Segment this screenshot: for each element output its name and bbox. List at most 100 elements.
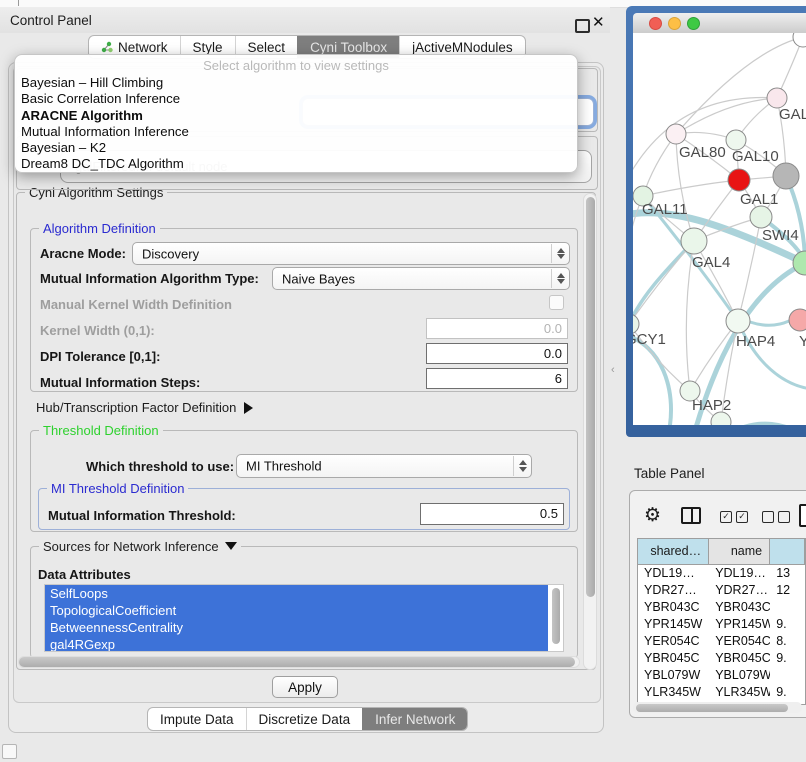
attributes-list-scrollbar-thumb[interactable] <box>552 588 560 644</box>
checkbox-checked-icon[interactable]: ✓ <box>720 511 732 523</box>
network-node-y[interactable] <box>789 309 806 331</box>
network-node-label: GAL4 <box>692 254 730 271</box>
network-edge[interactable] <box>633 98 777 183</box>
close-traffic-light[interactable] <box>649 17 662 30</box>
network-edge[interactable] <box>694 241 738 321</box>
network-node-gal80[interactable] <box>666 124 686 144</box>
network-edge-thick[interactable] <box>750 321 789 325</box>
table-horizontal-scrollbar-thumb[interactable] <box>636 704 788 712</box>
hub-definition-toggle[interactable]: Hub/Transcription Factor Definition <box>36 400 253 415</box>
network-canvas[interactable]: GALGAL80GAL10GAL1GAL11SWI4GAL4GCY1HAP4YH… <box>633 33 806 425</box>
table-column-header[interactable] <box>770 539 805 564</box>
combo-spinner-icon <box>551 244 569 263</box>
network-node[interactable] <box>773 163 799 189</box>
algorithm-option[interactable]: Bayesian – K2 <box>15 140 577 156</box>
data-attributes-list[interactable]: SelfLoopsTopologicalCoefficientBetweenne… <box>44 584 564 652</box>
dpi-tolerance-label: DPI Tolerance [0,1]: <box>40 349 160 364</box>
settings-horizontal-scrollbar[interactable] <box>18 656 580 668</box>
data-attribute-item[interactable]: SelfLoops <box>45 585 548 602</box>
sources-group-title[interactable]: Sources for Network Inference <box>39 539 241 554</box>
bottom-tab-infer-network[interactable]: Infer Network <box>362 708 467 730</box>
network-node-label: GAL80 <box>679 144 726 161</box>
settings-vertical-scrollbar-thumb[interactable] <box>586 197 595 597</box>
network-window-titlebar[interactable] <box>633 13 806 34</box>
table-row[interactable]: YBL079WYBL079W <box>638 667 805 684</box>
mi-steps-label: Mutual Information Steps: <box>40 375 200 390</box>
manual-kernel-label: Manual Kernel Width Definition <box>40 297 232 312</box>
node-table[interactable]: shared…name YDL19…YDL19…13YDR27…YDR27…12… <box>637 538 806 705</box>
checkbox-unchecked-icon[interactable] <box>778 511 790 523</box>
settings-horizontal-scrollbar-thumb[interactable] <box>19 657 575 667</box>
algorithm-option[interactable]: Bayesian – Hill Climbing <box>15 75 577 91</box>
table-cell: YLR345W <box>709 684 770 701</box>
table-cell: YDL19… <box>638 565 709 582</box>
splitter-collapse-icon[interactable]: ‹ <box>611 364 615 376</box>
bottom-tab-discretize-data[interactable]: Discretize Data <box>246 708 363 730</box>
split-column-icon[interactable] <box>681 507 701 524</box>
minimize-traffic-light[interactable] <box>668 17 681 30</box>
mi-steps-field[interactable]: 6 <box>426 368 568 389</box>
checkbox-unchecked-icon[interactable] <box>762 511 774 523</box>
network-view-window: GALGAL80GAL10GAL1GAL11SWI4GAL4GCY1HAP4YH… <box>626 6 806 437</box>
table-cell <box>770 599 805 616</box>
settings-vertical-scrollbar[interactable] <box>583 193 597 670</box>
data-attribute-item[interactable]: gal4RGexp <box>45 636 548 652</box>
network-edge-thick[interactable] <box>633 241 694 324</box>
manual-kernel-checkbox[interactable] <box>549 295 564 310</box>
bottom-tab-impute-data[interactable]: Impute Data <box>148 708 246 730</box>
table-header-row: shared…name <box>638 539 805 565</box>
table-cell: 9. <box>770 684 805 701</box>
panel-corner-icon[interactable] <box>2 744 17 759</box>
network-node-gal4[interactable] <box>681 228 707 254</box>
zoom-traffic-light[interactable] <box>687 17 700 30</box>
mi-type-combo[interactable]: Naive Bayes <box>272 267 570 290</box>
mi-threshold-label: Mutual Information Threshold: <box>48 508 236 523</box>
aracne-mode-combo[interactable]: Discovery <box>132 242 570 265</box>
network-node[interactable] <box>793 33 806 47</box>
network-edge[interactable] <box>676 98 777 134</box>
algorithm-option[interactable]: ARACNE Algorithm <box>15 108 577 124</box>
mi-threshold-field[interactable]: 0.5 <box>420 503 564 525</box>
dpi-tolerance-field[interactable]: 0.0 <box>426 343 568 364</box>
table-row[interactable]: YBR045CYBR045C9. <box>638 650 805 667</box>
which-threshold-combo[interactable]: MI Threshold <box>236 454 532 478</box>
checkbox-checked-icon[interactable]: ✓ <box>736 511 748 523</box>
table-column-header[interactable]: shared… <box>638 539 709 564</box>
algorithm-option[interactable]: Dream8 DC_TDC Algorithm <box>15 156 577 172</box>
network-edge[interactable] <box>633 241 694 324</box>
network-edge[interactable] <box>643 180 739 196</box>
table-row[interactable]: YDR27…YDR27…12 <box>638 582 805 599</box>
kernel-width-field[interactable]: 0.0 <box>426 318 568 339</box>
network-node-gal[interactable] <box>767 88 787 108</box>
table-row[interactable]: YER054CYER054C8. <box>638 633 805 650</box>
table-column-header[interactable]: name <box>709 539 770 564</box>
page-icon[interactable] <box>799 504 806 527</box>
apply-button[interactable]: Apply <box>272 676 338 698</box>
table-row[interactable]: YLR345WYLR345W9. <box>638 684 805 701</box>
network-edge[interactable] <box>643 134 676 196</box>
algorithm-option[interactable]: Mutual Information Inference <box>15 124 577 140</box>
network-node-gal10[interactable] <box>726 130 746 150</box>
network-node-swi4[interactable] <box>750 206 772 228</box>
network-tab-icon <box>101 41 113 53</box>
table-row[interactable]: YDL19…YDL19…13 <box>638 565 805 582</box>
network-node-hap4[interactable] <box>726 309 750 333</box>
table-cell: YPR145W <box>638 616 709 633</box>
table-cell: YDR27… <box>709 582 770 599</box>
algorithm-option[interactable]: Basic Correlation Inference <box>15 91 577 107</box>
network-edge-thick[interactable] <box>738 321 806 389</box>
data-attribute-item[interactable]: TopologicalCoefficient <box>45 602 548 619</box>
combo-spinner-icon <box>551 269 569 288</box>
table-cell: 12 <box>770 582 805 599</box>
float-window-icon[interactable] <box>575 19 590 33</box>
table-body: YDL19…YDL19…13YDR27…YDR27…12YBR043CYBR04… <box>638 565 805 705</box>
network-node-gal1[interactable] <box>728 169 750 191</box>
data-attribute-item[interactable]: BetweennessCentrality <box>45 619 548 636</box>
table-row[interactable]: YBR043CYBR043C <box>638 599 805 616</box>
network-node-label: GCY1 <box>633 331 666 348</box>
gear-icon[interactable]: ⚙ <box>644 504 661 527</box>
network-edge-thick[interactable] <box>633 335 671 425</box>
table-row[interactable]: YPR145WYPR145W9. <box>638 616 805 633</box>
network-node-label: HAP2 <box>692 397 731 414</box>
close-icon[interactable]: ✕ <box>592 13 605 31</box>
